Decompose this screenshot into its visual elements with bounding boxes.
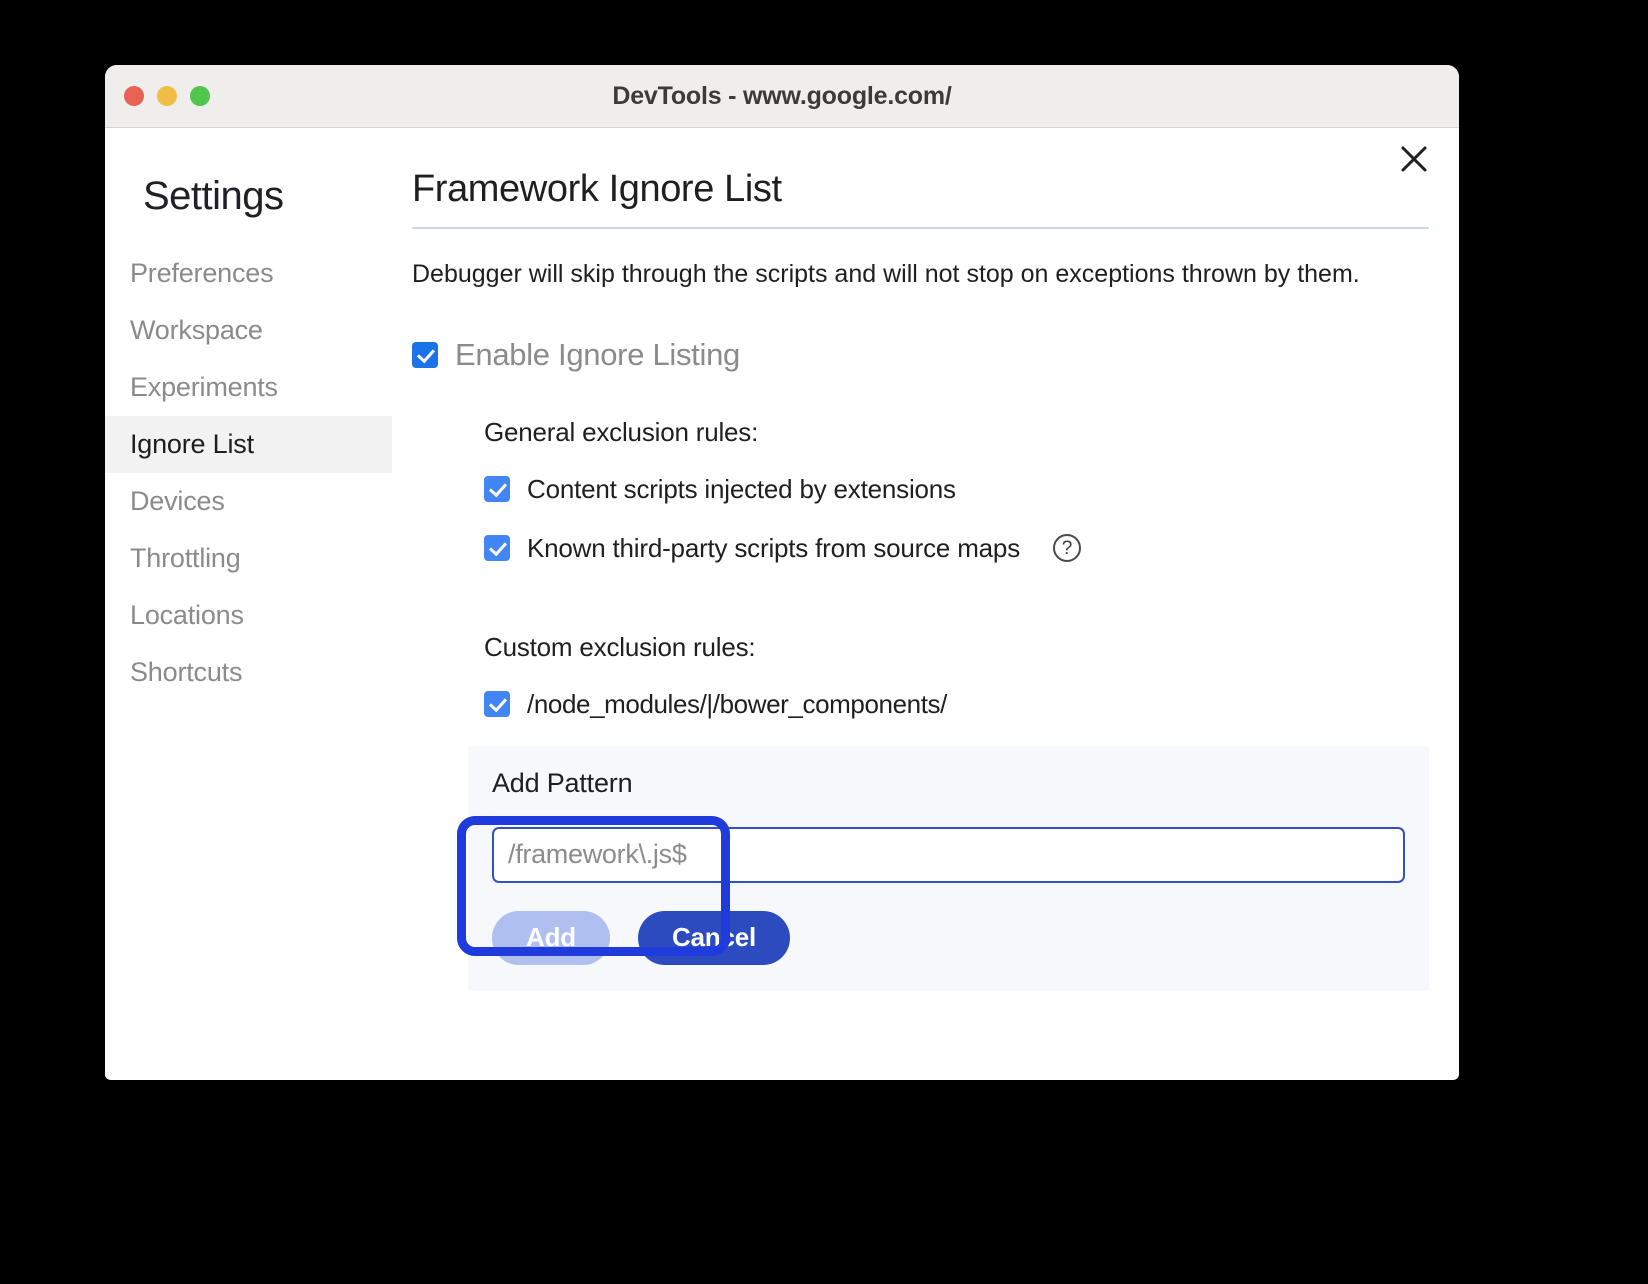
help-icon[interactable]: ? — [1053, 534, 1081, 562]
rule-node-modules-label: /node_modules/|/bower_components/ — [527, 689, 947, 720]
custom-exclusion-rules-label: Custom exclusion rules: — [484, 632, 1429, 663]
traffic-light-group — [124, 86, 210, 106]
settings-sidebar: Settings Preferences Workspace Experimen… — [105, 128, 392, 1079]
rule-third-party-scripts-label: Known third-party scripts from source ma… — [527, 533, 1020, 564]
rule-third-party-scripts-checkbox[interactable] — [484, 535, 510, 561]
sidebar-item-preferences[interactable]: Preferences — [105, 245, 392, 302]
sidebar-title: Settings — [105, 174, 392, 219]
window-minimize-button[interactable] — [157, 86, 177, 106]
screenshot-root: DevTools - www.google.com/ Settings Pref… — [0, 0, 1648, 1284]
sidebar-item-experiments[interactable]: Experiments — [105, 359, 392, 416]
general-exclusion-rules-section: General exclusion rules: Content scripts… — [412, 417, 1429, 720]
rule-content-scripts-label: Content scripts injected by extensions — [527, 474, 956, 505]
window-body: Settings Preferences Workspace Experimen… — [105, 128, 1459, 1079]
settings-main-panel: Framework Ignore List Debugger will skip… — [392, 128, 1459, 1079]
window-close-button[interactable] — [124, 86, 144, 106]
sidebar-item-throttling[interactable]: Throttling — [105, 530, 392, 587]
add-pattern-panel: Add Pattern Add Cancel — [468, 746, 1429, 991]
section-spacer — [484, 592, 1429, 632]
window-maximize-button[interactable] — [190, 86, 210, 106]
devtools-window: DevTools - www.google.com/ Settings Pref… — [105, 65, 1459, 1080]
rule-node-modules-checkbox[interactable] — [484, 691, 510, 717]
sidebar-item-ignore-list[interactable]: Ignore List — [105, 416, 392, 473]
enable-ignore-listing-label: Enable Ignore Listing — [455, 337, 740, 373]
sidebar-item-devices[interactable]: Devices — [105, 473, 392, 530]
rule-content-scripts-checkbox[interactable] — [484, 476, 510, 502]
window-title: DevTools - www.google.com/ — [105, 82, 1459, 111]
window-titlebar: DevTools - www.google.com/ — [105, 65, 1459, 128]
rule-node-modules-row[interactable]: /node_modules/|/bower_components/ — [484, 689, 1429, 720]
enable-ignore-listing-checkbox[interactable] — [412, 342, 438, 368]
rule-third-party-scripts-row[interactable]: Known third-party scripts from source ma… — [484, 533, 1429, 564]
general-exclusion-rules-label: General exclusion rules: — [484, 417, 1429, 448]
add-pattern-label: Add Pattern — [492, 768, 1405, 799]
rule-content-scripts-row[interactable]: Content scripts injected by extensions — [484, 474, 1429, 505]
enable-ignore-listing-row[interactable]: Enable Ignore Listing — [412, 337, 1429, 373]
add-button[interactable]: Add — [492, 911, 610, 965]
close-settings-button[interactable] — [1391, 136, 1437, 182]
title-divider — [412, 227, 1429, 229]
sidebar-item-workspace[interactable]: Workspace — [105, 302, 392, 359]
add-pattern-input[interactable] — [492, 827, 1405, 883]
close-icon — [1399, 144, 1429, 174]
page-description: Debugger will skip through the scripts a… — [412, 257, 1429, 293]
add-pattern-button-row: Add Cancel — [492, 911, 1405, 965]
sidebar-item-locations[interactable]: Locations — [105, 587, 392, 644]
page-title: Framework Ignore List — [412, 168, 1429, 211]
sidebar-item-shortcuts[interactable]: Shortcuts — [105, 644, 392, 701]
cancel-button[interactable]: Cancel — [638, 911, 790, 965]
